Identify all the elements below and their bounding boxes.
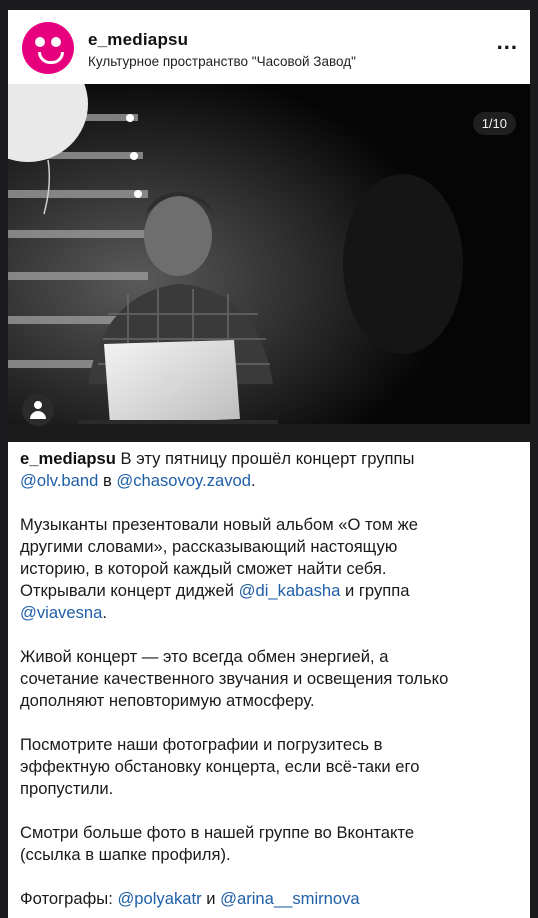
post-username[interactable]: e_mediapsu: [88, 30, 188, 50]
caption-paragraph-4: Посмотрите наши фотографии и погрузитесь…: [20, 734, 520, 800]
caption-text: Музыканты презентовали новый альбом «О т…: [20, 515, 419, 534]
caption-text: Фотографы:: [20, 889, 118, 908]
caption-paragraph-1: e_mediapsu В эту пятницу прошёл концерт …: [20, 448, 520, 492]
caption-text: и: [201, 889, 221, 908]
avatar-eye-left: [35, 37, 45, 47]
avatar-mouth: [38, 52, 64, 64]
mention-arina-smirnova[interactable]: @arina__smirnova: [220, 889, 360, 908]
post-photo[interactable]: 1/10: [8, 84, 530, 442]
post-location[interactable]: Культурное пространство "Часовой Завод": [88, 54, 356, 69]
tagged-users-icon[interactable]: [22, 394, 54, 426]
caption-paragraph-5: Смотри больше фото в нашей группе во Вко…: [20, 822, 520, 866]
caption-text: и группа: [340, 581, 410, 600]
caption-text: Посмотрите наши фотографии и погрузитесь…: [20, 735, 383, 754]
caption-text: (ссылка в шапке профиля).: [20, 845, 231, 864]
caption-text: Смотри больше фото в нашей группе во Вко…: [20, 823, 415, 842]
caption-text: сочетание качественного звучания и освещ…: [20, 669, 449, 688]
mention-viavesna[interactable]: @viavesna: [20, 603, 102, 622]
caption-text: дополняют неповторимую атмосферу.: [20, 691, 315, 710]
caption-paragraph-3: Живой концерт — это всегда обмен энергие…: [20, 646, 520, 712]
caption-text: Открывали концерт диджей: [20, 581, 239, 600]
caption-text: эффектную обстановку концерта, если всё-…: [20, 757, 420, 776]
user-icon-head: [34, 401, 42, 409]
caption-text: пропустили.: [20, 779, 114, 798]
caption-text: .: [102, 603, 107, 622]
caption-text: Живой концерт — это всегда обмен энергие…: [20, 647, 389, 666]
caption-text: В эту пятницу прошёл концерт группы: [115, 449, 415, 468]
image-counter: 1/10: [472, 112, 516, 135]
user-icon-body: [30, 411, 46, 419]
caption-text: другими словами», рассказывающий настоящ…: [20, 537, 398, 556]
mention-chasovoy-zavod[interactable]: @chasovoy.zavod: [116, 471, 251, 490]
avatar-eye-right: [51, 37, 61, 47]
caption-text: историю, в которой каждый сможет найти с…: [20, 559, 387, 578]
profile-avatar[interactable]: [22, 22, 74, 74]
more-options-icon[interactable]: ...: [497, 31, 518, 53]
caption-paragraph-2: Музыканты презентовали новый альбом «О т…: [20, 514, 520, 624]
post-caption: e_mediapsu В эту пятницу прошёл концерт …: [20, 448, 520, 918]
caption-text: .: [251, 471, 256, 490]
post-header: e_mediapsu Культурное пространство "Часо…: [8, 10, 530, 84]
caption-paragraph-6: Фотографы: @polyakatr и @arina__smirnova: [20, 888, 520, 910]
caption-username[interactable]: e_mediapsu: [20, 449, 116, 468]
mention-olv-band[interactable]: @olv.band: [20, 471, 98, 490]
window-frame: [0, 0, 538, 10]
post-card: e_mediapsu Культурное пространство "Часо…: [8, 10, 530, 918]
caption-text: в: [98, 471, 117, 490]
concert-photo-illustration: [8, 84, 530, 442]
mention-polyakatr[interactable]: @polyakatr: [117, 889, 201, 908]
mention-di-kabasha[interactable]: @di_kabasha: [239, 581, 341, 600]
